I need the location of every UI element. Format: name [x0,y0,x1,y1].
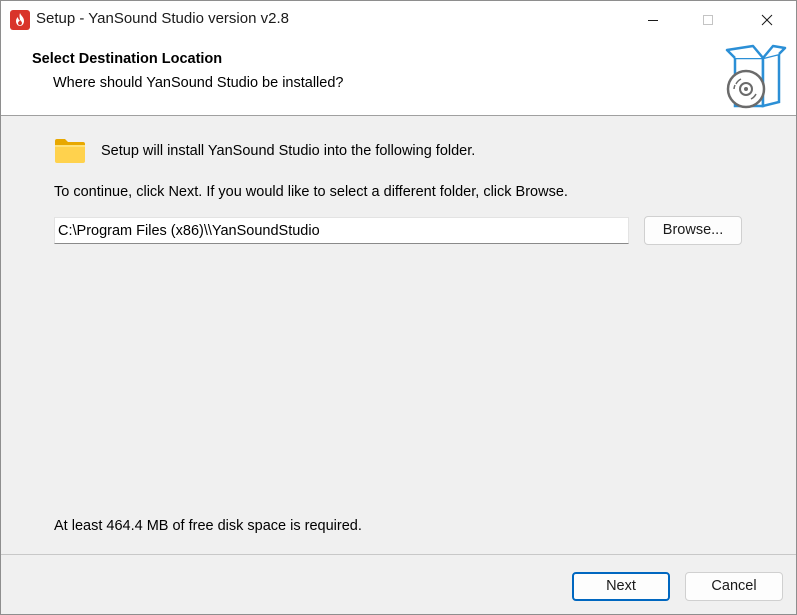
title-bar[interactable]: Setup - YanSound Studio version v2.8 [1,1,796,39]
page-title: Select Destination Location [32,51,223,67]
maximize-button[interactable] [685,1,731,39]
browse-button[interactable]: Browse... [644,216,742,245]
installer-flame-icon [10,10,30,30]
maximize-icon [703,15,713,25]
setup-window: Setup - YanSound Studio version v2.8 Sel… [0,0,797,615]
minimize-icon [648,20,658,21]
browse-instruction: To continue, click Next. If you would li… [54,184,568,200]
close-icon [761,14,773,26]
wizard-header: Select Destination Location Where should… [1,39,796,115]
minimize-button[interactable] [630,1,676,39]
footer-divider [1,554,796,555]
install-path-input[interactable] [54,217,629,244]
disk-space-requirement: At least 464.4 MB of free disk space is … [54,518,362,534]
install-folder-intro: Setup will install YanSound Studio into … [101,143,476,159]
cancel-button[interactable]: Cancel [685,572,783,601]
header-divider [1,115,796,116]
window-title: Setup - YanSound Studio version v2.8 [36,10,289,27]
next-button[interactable]: Next [572,572,670,601]
install-box-disc-icon [725,44,787,109]
close-button[interactable] [744,1,790,39]
page-subtitle: Where should YanSound Studio be installe… [53,75,344,91]
folder-icon [55,139,85,163]
